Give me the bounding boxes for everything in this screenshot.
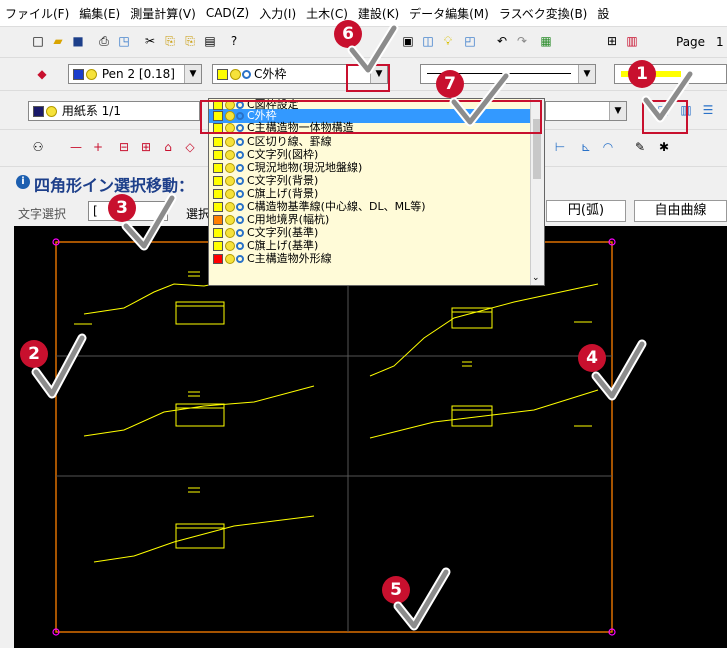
check-mark-2 bbox=[33, 335, 85, 397]
check-mark-4 bbox=[593, 341, 645, 399]
check-marks-overlay bbox=[31, 23, 695, 631]
